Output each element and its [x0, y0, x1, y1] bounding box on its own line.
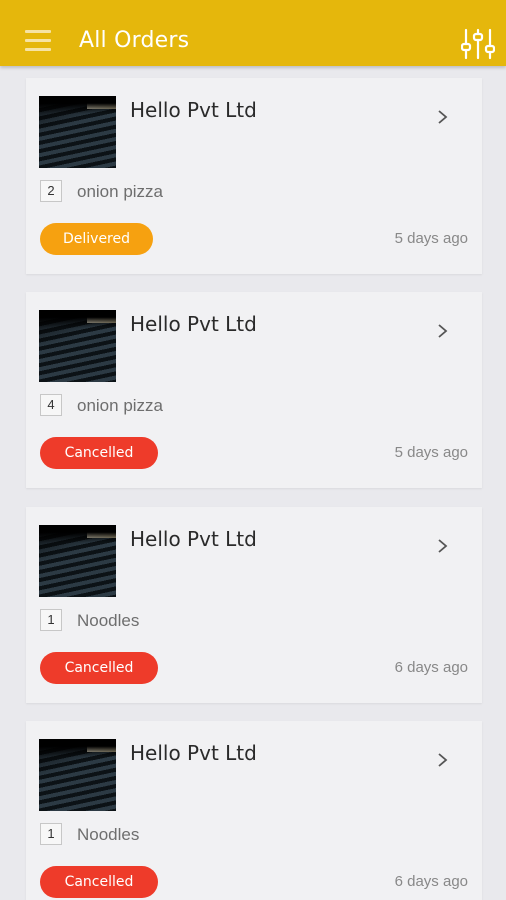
restaurant-name: Hello Pvt Ltd — [130, 527, 257, 551]
order-card[interactable]: Hello Pvt Ltd 4 onion pizza Cancelled 5 … — [26, 292, 482, 488]
order-time: 5 days ago — [394, 230, 468, 247]
restaurant-name: Hello Pvt Ltd — [130, 312, 257, 336]
filter-sliders-icon[interactable] — [460, 28, 496, 60]
chevron-right-icon[interactable] — [435, 322, 451, 340]
chevron-right-icon[interactable] — [435, 108, 451, 126]
hamburger-menu-icon[interactable] — [25, 30, 51, 52]
restaurant-thumbnail — [39, 96, 116, 168]
page-title: All Orders — [79, 28, 190, 53]
status-badge: Cancelled — [40, 652, 158, 684]
order-list[interactable]: Hello Pvt Ltd 2 onion pizza Delivered 5 … — [0, 66, 506, 900]
item-name: onion pizza — [77, 396, 164, 415]
restaurant-name: Hello Pvt Ltd — [130, 98, 257, 122]
chevron-right-icon[interactable] — [435, 751, 451, 769]
status-badge: Cancelled — [40, 866, 158, 898]
order-time: 5 days ago — [394, 444, 468, 461]
order-card[interactable]: Hello Pvt Ltd 1 Noodles Cancelled 6 days… — [26, 721, 482, 900]
order-time: 6 days ago — [394, 873, 468, 890]
order-card[interactable]: Hello Pvt Ltd 1 Noodles Cancelled 6 days… — [26, 507, 482, 703]
chevron-right-icon[interactable] — [435, 537, 451, 555]
order-time: 6 days ago — [394, 659, 468, 676]
item-name: onion pizza — [77, 182, 164, 201]
restaurant-thumbnail — [39, 525, 116, 597]
restaurant-thumbnail — [39, 739, 116, 811]
quantity-badge: 2 — [40, 180, 62, 202]
quantity-badge: 1 — [40, 609, 62, 631]
status-badge: Delivered — [40, 223, 153, 255]
app-bar: All Orders — [0, 0, 506, 66]
quantity-badge: 4 — [40, 394, 62, 416]
item-name: Noodles — [77, 825, 140, 844]
item-name: Noodles — [77, 611, 140, 630]
restaurant-thumbnail — [39, 310, 116, 382]
quantity-badge: 1 — [40, 823, 62, 845]
restaurant-name: Hello Pvt Ltd — [130, 741, 257, 765]
order-card[interactable]: Hello Pvt Ltd 2 onion pizza Delivered 5 … — [26, 78, 482, 274]
status-badge: Cancelled — [40, 437, 158, 469]
